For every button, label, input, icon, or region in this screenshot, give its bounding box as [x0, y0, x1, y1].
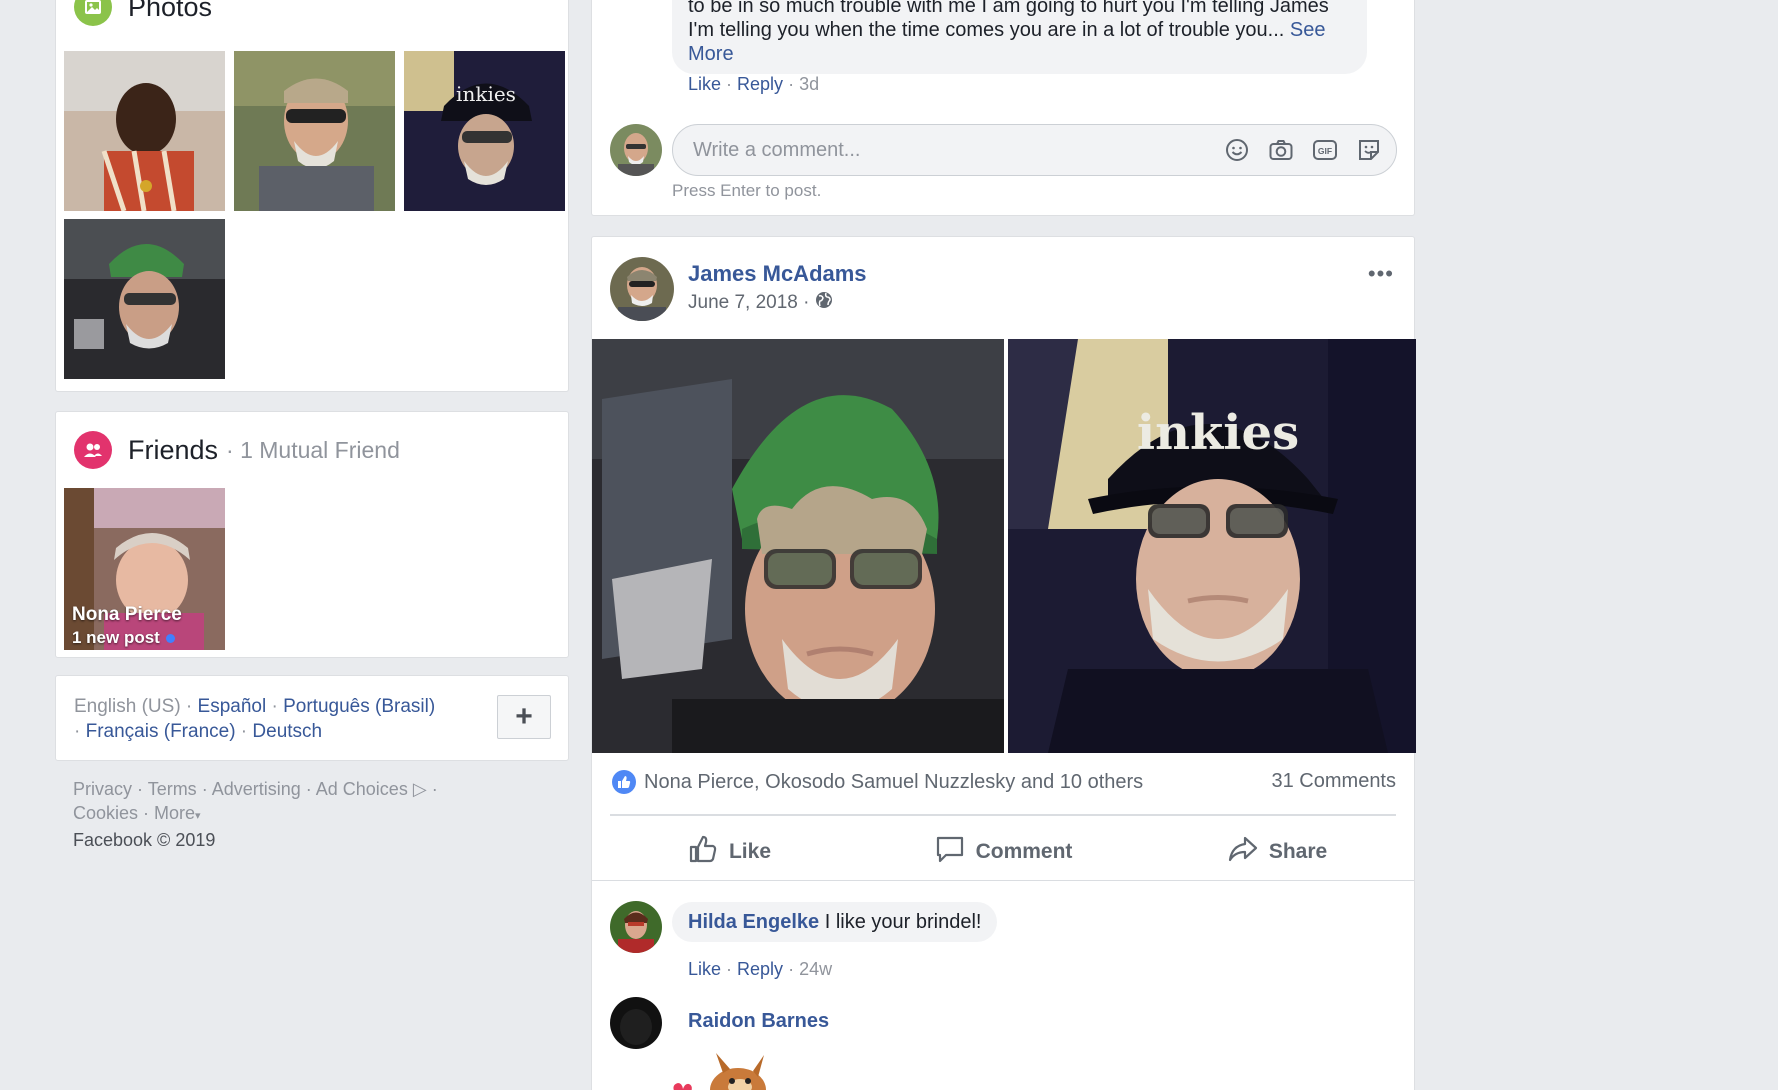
photo-thumb-3[interactable]: inkies: [404, 51, 565, 211]
caret-down-icon: ▾: [195, 810, 201, 822]
svg-text:inkies: inkies: [456, 82, 516, 106]
lang-sep: ·: [235, 721, 253, 742]
friend-status: 1 new post: [72, 628, 175, 648]
footer-link-advertising[interactable]: Advertising: [212, 779, 301, 799]
comments-count[interactable]: 31 Comments: [1272, 770, 1397, 793]
post-photo-2[interactable]: inkies: [1008, 339, 1416, 753]
photos-title[interactable]: Photos: [128, 0, 212, 23]
reaction-summary[interactable]: Nona Pierce, Okosodo Samuel Nuzzlesky an…: [612, 770, 1143, 794]
like-button[interactable]: Like: [592, 827, 866, 877]
post-author[interactable]: James McAdams: [688, 261, 867, 287]
comment-actions: Like · Reply · 24w: [688, 959, 833, 979]
ad-choices-icon: ▷: [412, 779, 427, 799]
language-link-pt[interactable]: Português (Brasil): [283, 696, 435, 717]
language-link-es[interactable]: Español: [198, 696, 267, 717]
friends-icon: [74, 431, 112, 469]
friend-name[interactable]: Nona Pierce: [72, 604, 182, 626]
share-icon: [1227, 833, 1259, 871]
comment-icon: [934, 833, 966, 871]
post-card: James McAdams June 7, 2018 · ••• inkies …: [591, 236, 1416, 1090]
footer-link-terms[interactable]: Terms: [148, 779, 197, 799]
comment-age: 24w: [799, 959, 833, 979]
commenter-avatar[interactable]: [610, 997, 662, 1049]
comment-reply-link[interactable]: Reply: [737, 74, 783, 94]
comment-reply-link[interactable]: Reply: [737, 959, 783, 979]
divider: [610, 814, 1396, 816]
photo-thumb-4[interactable]: [64, 219, 225, 379]
comment-button[interactable]: Comment: [866, 827, 1140, 877]
footer-link-ad-choices[interactable]: Ad Choices: [316, 779, 408, 799]
thumbs-up-icon: [687, 833, 719, 871]
post-date[interactable]: June 7, 2018 ·: [688, 292, 809, 314]
mutual-friends-count: · 1 Mutual Friend: [226, 436, 400, 463]
sticker-image: [668, 1045, 778, 1090]
lang-sep: ·: [74, 721, 86, 742]
emoji-icon[interactable]: [1224, 137, 1250, 163]
post-meta: June 7, 2018 ·: [688, 291, 833, 315]
post-options-button[interactable]: •••: [1368, 261, 1394, 287]
footer: Privacy · Terms · Advertising · Ad Choic…: [73, 779, 438, 850]
like-label: Like: [728, 840, 772, 863]
new-post-dot: [165, 633, 175, 643]
commenter-name[interactable]: Raidon Barnes: [688, 1010, 829, 1033]
friend-status-text: 1 new post: [72, 628, 160, 647]
post-photo-1[interactable]: [592, 339, 1004, 753]
divider: [592, 880, 1414, 881]
friends-title[interactable]: Friends: [128, 435, 218, 466]
comment-label: Comment: [975, 840, 1073, 863]
share-label: Share: [1268, 840, 1328, 863]
gif-icon[interactable]: GIF: [1312, 137, 1338, 163]
current-language: English (US) ·: [74, 696, 198, 717]
commenter-name[interactable]: Hilda Engelke: [688, 911, 819, 933]
press-enter-hint: Press Enter to post.: [672, 181, 822, 200]
comment-composer[interactable]: GIF: [672, 124, 1397, 176]
footer-link-cookies[interactable]: Cookies: [73, 803, 138, 823]
svg-text:inkies: inkies: [1137, 405, 1299, 461]
comment-actions: Like · Reply · 3d: [688, 74, 820, 94]
comment-text: to be in so much trouble with me I am go…: [688, 0, 1329, 41]
comment-bubble: Hilda Engelke I like your brindel!: [672, 902, 998, 942]
photo-thumb-2[interactable]: [234, 51, 395, 211]
friends-card: Friends · 1 Mutual Friend Nona Pierce 1 …: [55, 411, 569, 658]
language-list: English (US) · Español · Português (Bras…: [74, 694, 474, 744]
comment-age: 3d: [799, 74, 820, 94]
my-avatar[interactable]: [610, 124, 662, 176]
composer-icons: GIF: [1224, 137, 1382, 163]
copyright: Facebook © 2019: [73, 830, 216, 850]
previous-post-card: to be in so much trouble with me I am go…: [591, 0, 1415, 216]
sticker-icon[interactable]: [1356, 137, 1382, 163]
svg-text:GIF: GIF: [1318, 146, 1332, 156]
camera-icon[interactable]: [1268, 137, 1294, 163]
post-action-bar: Like Comment Share: [592, 827, 1414, 877]
like-reaction-icon: [612, 770, 636, 794]
commenter-avatar[interactable]: [610, 901, 662, 953]
photos-card: Photos inkies: [55, 0, 569, 392]
author-avatar[interactable]: [610, 257, 674, 321]
friends-header: Friends · 1 Mutual Friend: [74, 431, 400, 469]
share-button[interactable]: Share: [1140, 827, 1414, 877]
comment-bubble: to be in so much trouble with me I am go…: [672, 0, 1367, 74]
comment-input[interactable]: [693, 138, 1193, 162]
reaction-names[interactable]: Nona Pierce, Okosodo Samuel Nuzzlesky an…: [644, 771, 1143, 794]
comment-like-link[interactable]: Like: [688, 959, 721, 979]
globe-icon: [815, 291, 833, 315]
footer-link-privacy[interactable]: Privacy: [73, 779, 132, 799]
photos-icon: [74, 0, 112, 26]
photos-header: Photos: [74, 0, 212, 26]
comment-text: I like your brindel!: [824, 911, 982, 933]
language-link-de[interactable]: Deutsch: [252, 721, 322, 742]
add-language-button[interactable]: +: [497, 695, 551, 739]
friend-tile[interactable]: Nona Pierce 1 new post: [64, 488, 225, 650]
language-card: English (US) · Español · Português (Bras…: [55, 675, 569, 761]
footer-more-menu[interactable]: More: [154, 803, 195, 823]
lang-sep: ·: [266, 696, 284, 717]
comment-like-link[interactable]: Like: [688, 74, 721, 94]
language-link-fr[interactable]: Français (France): [86, 721, 236, 742]
photo-thumb-1[interactable]: [64, 51, 225, 211]
